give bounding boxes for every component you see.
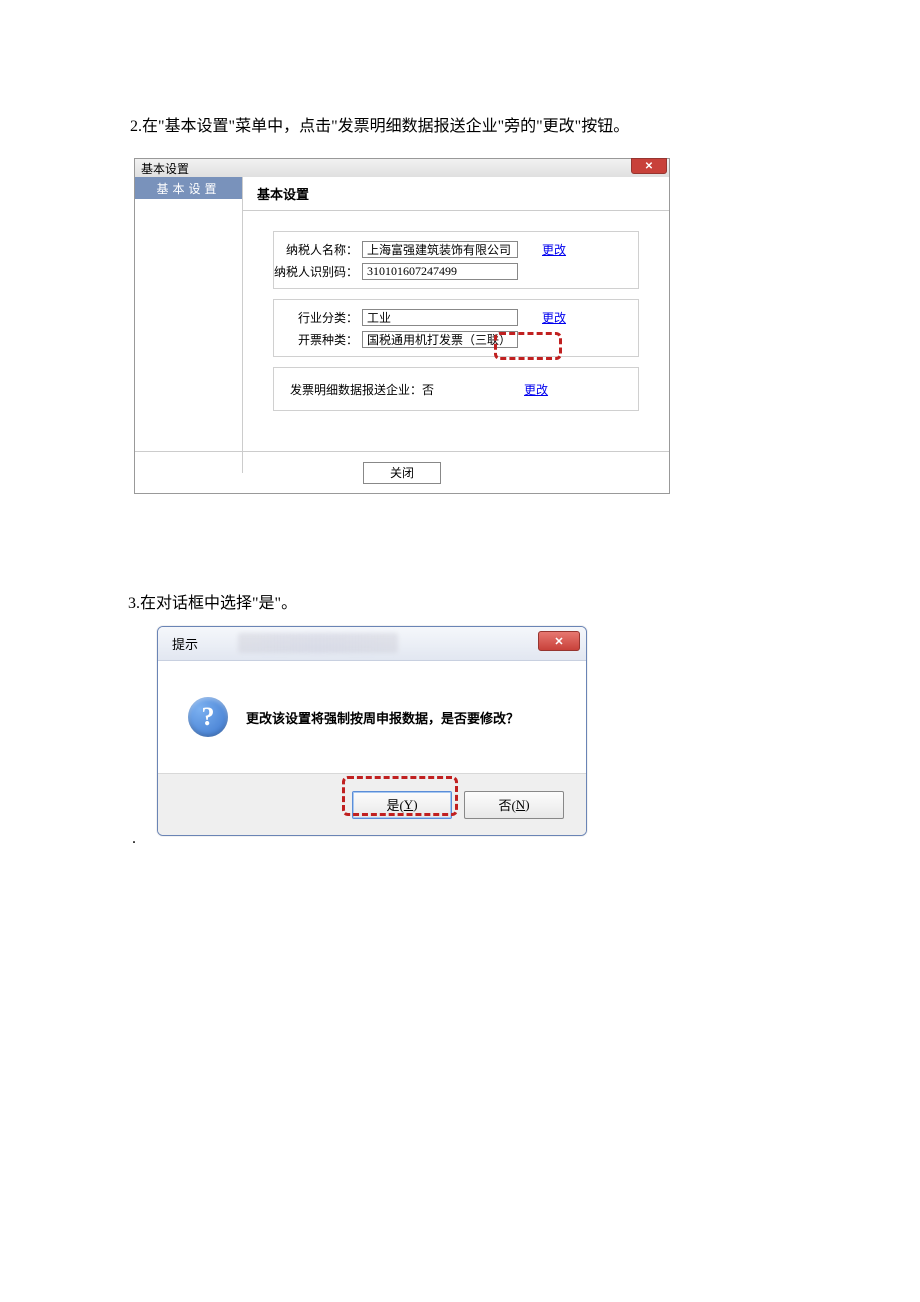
basic-settings-dialog: 基本设置 ✕ 基本设置 基本设置 纳税人名称： 上海富强建筑装饰有限公司 更改 …: [134, 158, 670, 494]
yes-key: Y: [404, 797, 413, 813]
no-suffix: ): [525, 797, 529, 813]
industry-section: 行业分类： 工业 更改 开票种类： 国税通用机打发票（三联）: [273, 299, 639, 357]
no-key: N: [516, 797, 525, 813]
no-prefix: 否(: [498, 795, 515, 814]
close-icon[interactable]: ✕: [538, 631, 580, 651]
instruction-step2: 2.在"基本设置"菜单中，点击"发票明细数据报送企业"旁的"更改"按钮。: [130, 115, 629, 139]
dialog-body: 基本设置 基本设置 纳税人名称： 上海富强建筑装饰有限公司 更改 纳税人识别码：…: [135, 177, 669, 473]
instruction-step3: 3.在对话框中选择"是"。: [128, 592, 297, 616]
yes-prefix: 是(: [386, 795, 403, 814]
invoice-type-row: 开票种类： 国税通用机打发票（三联）: [274, 328, 638, 350]
taxpayer-name-label: 纳税人名称：: [274, 241, 362, 258]
question-icon: ?: [188, 697, 228, 737]
change-report-link[interactable]: 更改: [524, 381, 548, 398]
confirm-title: 提示: [172, 634, 198, 653]
bullet-dot: .: [132, 830, 136, 848]
taxpayer-id-row: 纳税人识别码： 310101607247499: [274, 260, 638, 282]
dialog-titlebar: 基本设置 ✕: [135, 159, 669, 177]
dialog-sidebar: 基本设置: [135, 177, 243, 473]
industry-field[interactable]: 工业: [362, 309, 518, 326]
taxpayer-name-row: 纳税人名称： 上海富强建筑装饰有限公司 更改: [274, 238, 638, 260]
yes-suffix: ): [413, 797, 417, 813]
report-enterprise-label: 发票明细数据报送企业：否: [274, 381, 434, 398]
main-header: 基本设置: [243, 177, 669, 211]
taxpayer-id-field[interactable]: 310101607247499: [362, 263, 518, 280]
blurred-region: [238, 633, 398, 653]
invoice-type-label: 开票种类：: [274, 331, 362, 348]
confirm-message: 更改该设置将强制按周申报数据，是否要修改？: [246, 708, 519, 727]
close-icon[interactable]: ✕: [631, 158, 667, 174]
dialog-footer: 关闭: [135, 451, 669, 493]
report-section: 发票明细数据报送企业：否 更改: [273, 367, 639, 411]
no-button[interactable]: 否(N): [464, 791, 564, 819]
confirm-dialog: 提示 ✕ ? 更改该设置将强制按周申报数据，是否要修改？ 是(Y) 否(N): [157, 626, 587, 836]
dialog-main: 基本设置 纳税人名称： 上海富强建筑装饰有限公司 更改 纳税人识别码： 3101…: [243, 177, 669, 473]
confirm-footer: 是(Y) 否(N): [158, 773, 586, 835]
taxpayer-section: 纳税人名称： 上海富强建筑装饰有限公司 更改 纳税人识别码： 310101607…: [273, 231, 639, 289]
taxpayer-name-field[interactable]: 上海富强建筑装饰有限公司: [362, 241, 518, 258]
close-button[interactable]: 关闭: [363, 462, 441, 484]
dialog-title: 基本设置: [141, 160, 189, 177]
industry-label: 行业分类：: [274, 309, 362, 326]
yes-button[interactable]: 是(Y): [352, 791, 452, 819]
report-enterprise-row: 发票明细数据报送企业：否 更改: [274, 378, 638, 400]
industry-row: 行业分类： 工业 更改: [274, 306, 638, 328]
confirm-body: ? 更改该设置将强制按周申报数据，是否要修改？: [158, 661, 586, 773]
change-taxpayer-link[interactable]: 更改: [542, 241, 566, 258]
taxpayer-id-label: 纳税人识别码：: [274, 263, 362, 280]
confirm-titlebar: 提示 ✕: [158, 627, 586, 661]
change-industry-link[interactable]: 更改: [542, 309, 566, 326]
invoice-type-field[interactable]: 国税通用机打发票（三联）: [362, 331, 518, 348]
sidebar-item-basic-settings[interactable]: 基本设置: [135, 177, 242, 199]
